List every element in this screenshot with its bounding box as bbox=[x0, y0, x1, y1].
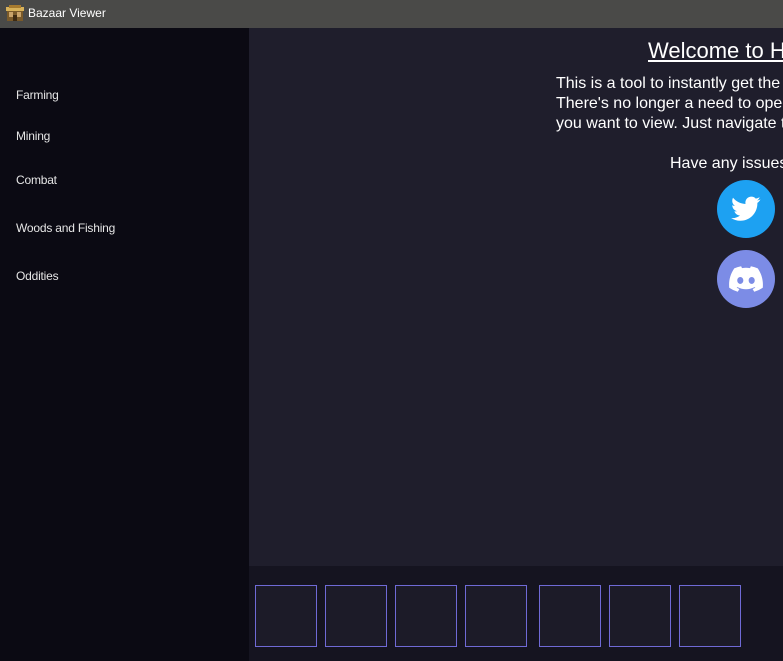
item-slot-bar bbox=[249, 566, 783, 661]
item-slot[interactable] bbox=[255, 585, 317, 647]
twitter-button[interactable] bbox=[717, 180, 775, 238]
discord-button[interactable] bbox=[717, 250, 775, 308]
item-slot[interactable] bbox=[679, 585, 741, 647]
intro-line: you want to view. Just navigate t bbox=[556, 115, 783, 132]
sidebar-item-combat[interactable]: Combat bbox=[16, 173, 57, 187]
item-slot[interactable] bbox=[465, 585, 527, 647]
item-slot[interactable] bbox=[539, 585, 601, 647]
item-slot[interactable] bbox=[325, 585, 387, 647]
intro-text: This is a tool to instantly get the I Th… bbox=[556, 74, 783, 134]
intro-line: This is a tool to instantly get the I bbox=[556, 75, 783, 92]
main-content: Welcome to H This is a tool to instantly… bbox=[249, 28, 783, 566]
sidebar-item-oddities[interactable]: Oddities bbox=[16, 269, 59, 283]
twitter-icon bbox=[731, 196, 761, 221]
window-title: Bazaar Viewer bbox=[28, 6, 106, 20]
sidebar-item-mining[interactable]: Mining bbox=[16, 129, 50, 143]
sidebar-item-woods-and-fishing[interactable]: Woods and Fishing bbox=[16, 221, 115, 235]
item-slot[interactable] bbox=[395, 585, 457, 647]
welcome-title: Welcome to H bbox=[648, 38, 783, 63]
item-slot[interactable] bbox=[609, 585, 671, 647]
intro-line: There's no longer a need to open bbox=[556, 95, 783, 112]
issues-prompt: Have any issues bbox=[670, 155, 783, 172]
sidebar-nav: Farming Mining Combat Woods and Fishing … bbox=[0, 28, 249, 661]
bazaar-app-icon bbox=[6, 5, 24, 21]
discord-icon bbox=[729, 266, 763, 292]
window-titlebar: Bazaar Viewer bbox=[0, 0, 783, 28]
sidebar-item-farming[interactable]: Farming bbox=[16, 88, 59, 102]
